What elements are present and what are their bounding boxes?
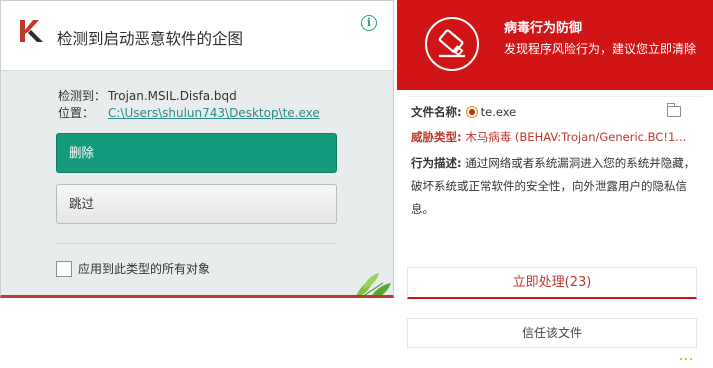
- resize-grip-icon: [680, 358, 692, 360]
- delete-button[interactable]: 删除: [56, 133, 337, 173]
- detected-row: 检测到： Trojan.MSIL.Disfa.bqd: [58, 87, 237, 104]
- divider: [407, 96, 703, 97]
- kaspersky-dialog: 检测到启动恶意软件的企图 i 检测到： Trojan.MSIL.Disfa.bqd…: [0, 0, 394, 298]
- skip-button[interactable]: 跳过: [56, 184, 337, 224]
- divider: [56, 243, 337, 244]
- folder-icon[interactable]: [667, 103, 681, 117]
- file-name-value: te.exe: [480, 105, 517, 119]
- apply-all-checkbox[interactable]: [56, 260, 72, 277]
- dialog-title: 检测到启动恶意软件的企图: [57, 30, 244, 48]
- alert-title: 病毒行为防御: [504, 21, 583, 36]
- behavior-description: 行为描述: 通过网络或者系统漏洞进入您的系统并隐藏，破坏系统或正常软件的安全性，…: [411, 152, 701, 221]
- dialog-header: 检测到启动恶意软件的企图 i: [1, 1, 393, 71]
- threat-type-value: 木马病毒 (BEHAV:Trojan/Generic.BC!1...: [465, 130, 687, 144]
- location-label: 位置：: [58, 106, 95, 120]
- shield-device-icon: [425, 17, 479, 71]
- kaspersky-logo-icon: [20, 20, 43, 42]
- file-name-label: 文件名称:: [411, 105, 462, 119]
- detected-label: 检测到：: [58, 89, 107, 103]
- virus-alert-panel: 病毒行为防御 发现程序风险行为，建议您立即清除 文件名称: te.exe 威胁类型…: [397, 0, 713, 368]
- behavior-description-label: 行为描述:: [411, 156, 462, 170]
- info-icon[interactable]: i: [361, 15, 377, 31]
- alert-header: 病毒行为防御 发现程序风险行为，建议您立即清除: [397, 0, 713, 90]
- handle-now-button[interactable]: 立即处理(23): [407, 267, 697, 299]
- trust-file-button[interactable]: 信任该文件: [407, 318, 697, 348]
- file-icon: [465, 106, 478, 118]
- location-link[interactable]: C:\Users\shulun743\Desktop\te.exe: [108, 106, 320, 120]
- apply-all-label: 应用到此类型的所有对象: [78, 262, 211, 276]
- threat-type-row: 威胁类型: 木马病毒 (BEHAV:Trojan/Generic.BC!1...: [411, 129, 686, 145]
- threat-type-label: 威胁类型:: [411, 130, 462, 144]
- file-name-row: 文件名称: te.exe: [411, 104, 516, 120]
- alert-subtitle: 发现程序风险行为，建议您立即清除: [504, 42, 697, 56]
- location-row: 位置： C:\Users\shulun743\Desktop\te.exe: [58, 104, 320, 121]
- leaves-icon: [356, 273, 391, 295]
- apply-all-row: 应用到此类型的所有对象: [56, 258, 211, 277]
- detected-value: Trojan.MSIL.Disfa.bqd: [108, 89, 237, 103]
